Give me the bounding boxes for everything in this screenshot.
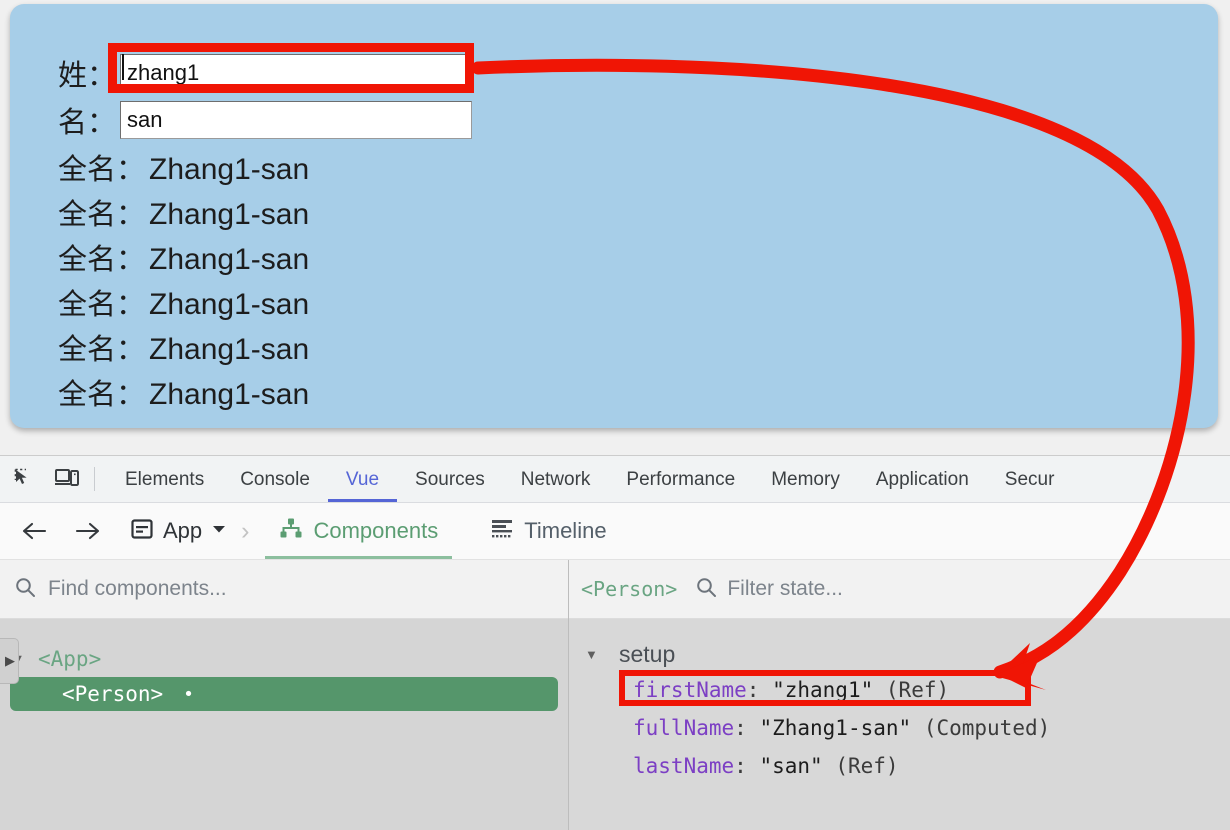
tree-node-person[interactable]: <Person> • [10,677,558,711]
state-group-setup[interactable]: ▼ setup [585,637,1230,671]
collapse-handle-icon[interactable]: ▶ [0,638,19,684]
full-name-label: 全名： [58,287,146,321]
state-row-lastname[interactable]: lastName: "san" (Ref) [585,747,1230,785]
component-tree-pane: Find components... ▼ <App> <Person> • ▶ [0,560,569,830]
state-row-fullname[interactable]: fullName: "Zhang1-san" (Computed) [585,709,1230,747]
first-name-input[interactable] [120,54,473,92]
last-name-label: 名： [58,105,117,139]
component-tree-list: ▼ <App> <Person> • [0,619,568,711]
component-tree-icon [279,516,303,546]
full-name-label: 全名： [58,377,146,411]
find-components-placeholder: Find components... [48,577,227,600]
tab-timeline-label: Timeline [524,518,607,543]
full-name-value: Zhang1-san [149,333,310,366]
state-key: lastName [633,754,735,778]
tab-vue[interactable]: Vue [328,457,397,502]
filter-state-searchbar[interactable]: <Person> Filter state... [569,560,1230,619]
full-name-row: 全名： Zhang1-san [58,371,309,413]
toolbar-divider [94,467,95,491]
full-name-row: 全名： Zhang1-san [58,236,309,278]
arrow-right-icon[interactable] [68,511,108,551]
vue-devtools-toolbar: App › Components Timeline [0,503,1230,560]
state-row-firstname[interactable]: firstName: "zhang1" (Ref) [585,671,1230,709]
state-separator: : [734,754,760,778]
tab-console[interactable]: Console [222,457,328,502]
full-name-row: 全名： Zhang1-san [58,326,309,368]
tab-security[interactable]: Secur [987,457,1073,502]
tab-timeline[interactable]: Timeline [476,504,620,559]
find-components-searchbar[interactable]: Find components... [0,560,568,619]
full-name-value: Zhang1-san [149,198,310,231]
state-key: fullName [633,716,735,740]
last-name-input[interactable] [120,101,473,139]
full-name-label: 全名： [58,332,146,366]
tree-node-label: <App> [38,647,102,671]
app-document-icon [130,517,154,546]
arrow-left-icon[interactable] [14,511,54,551]
tab-application[interactable]: Application [858,457,987,502]
tab-elements[interactable]: Elements [107,457,222,502]
breadcrumb-separator: › [241,516,250,545]
state-key: firstName [633,678,747,702]
tab-network[interactable]: Network [503,457,609,502]
state-value: "san" [759,754,823,778]
tab-components-label: Components [313,518,439,543]
tab-sources[interactable]: Sources [397,457,503,502]
full-name-value: Zhang1-san [149,153,310,186]
first-name-label: 姓： [58,58,117,92]
full-name-label: 全名： [58,242,146,276]
search-icon [695,576,717,603]
timeline-icon [490,517,514,545]
state-type: (Computed) [923,716,1051,740]
state-type: (Ref) [885,678,950,702]
state-value: "Zhang1-san" [759,716,912,740]
selected-component-chip: <Person> [581,577,678,601]
search-icon [14,576,36,603]
full-name-row: 全名： Zhang1-san [58,281,309,323]
first-name-row: 姓： [58,52,473,94]
tab-memory[interactable]: Memory [753,457,858,502]
state-value: "zhang1" [772,678,874,702]
screenshot-root: 姓： 名： 全名：Zhang1-san 全名：Zhang1-san 全名：Zha… [0,0,1230,830]
filter-state-placeholder: Filter state... [727,577,843,600]
devtools-window: Elements Console Vue Sources Network Per… [0,455,1230,830]
full-name-row: 全名： Zhang1-san [58,191,309,233]
node-status-dot: • [183,683,194,705]
app-selector[interactable]: App [130,517,227,546]
full-name-value: Zhang1-san [149,378,310,411]
state-list: ▼ setup firstName: "zhang1" (Ref) fullNa… [569,619,1230,785]
state-separator: : [734,716,760,740]
tree-node-app[interactable]: ▼ <App> [0,641,568,677]
full-name-value: Zhang1-san [149,288,310,321]
state-separator: : [746,678,773,702]
tab-components[interactable]: Components [265,504,452,559]
tree-node-label: <Person> [62,682,164,706]
tab-performance[interactable]: Performance [608,457,753,502]
inspect-element-icon[interactable] [8,462,42,496]
devtools-tabbar: Elements Console Vue Sources Network Per… [0,456,1230,503]
component-state-pane: <Person> Filter state... ▼ setup firstNa… [569,560,1230,830]
app-name-label: App [163,518,203,543]
full-name-label: 全名： [58,152,146,186]
state-type: (Ref) [835,754,899,778]
devtools-panels: Find components... ▼ <App> <Person> • ▶ [0,560,1230,830]
device-toolbar-icon[interactable] [50,462,84,496]
full-name-value: Zhang1-san [149,243,310,276]
state-group-label: setup [619,640,676,667]
chevron-down-icon[interactable]: ▼ [585,647,603,662]
full-name-label: 全名： [58,197,146,231]
text-cursor [122,54,124,80]
app-preview-panel: 姓： 名： 全名：Zhang1-san 全名：Zhang1-san 全名：Zha… [10,4,1218,428]
full-name-row: 全名： Zhang1-san [58,146,309,188]
last-name-row: 名： [58,99,473,141]
chevron-down-icon[interactable] [211,522,227,540]
